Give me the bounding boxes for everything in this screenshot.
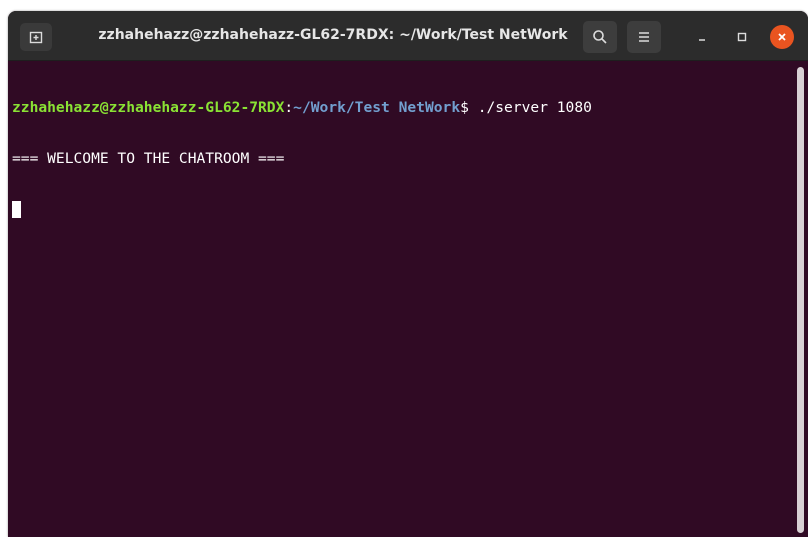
cursor-line bbox=[12, 201, 794, 218]
close-button[interactable] bbox=[770, 25, 794, 49]
command-text: ./server 1080 bbox=[477, 99, 592, 116]
prompt-symbol: $ bbox=[460, 99, 478, 116]
prompt-colon: : bbox=[284, 99, 294, 116]
scrollbar[interactable] bbox=[797, 67, 804, 533]
text-cursor bbox=[12, 201, 21, 218]
minimize-icon bbox=[699, 39, 705, 41]
terminal-window: zzhahehazz@zzhahehazz-GL62-7RDX: ~/Work/… bbox=[8, 11, 808, 537]
search-icon bbox=[593, 30, 607, 44]
close-icon bbox=[778, 33, 786, 41]
maximize-icon bbox=[737, 32, 747, 42]
prompt-line: zzhahehazz@zzhahehazz-GL62-7RDX:~/Work/T… bbox=[12, 99, 794, 116]
prompt-user-host: zzhahehazz@zzhahehazz-GL62-7RDX bbox=[12, 99, 285, 116]
window-title: zzhahehazz@zzhahehazz-GL62-7RDX: ~/Work/… bbox=[98, 27, 568, 43]
search-button[interactable] bbox=[583, 21, 617, 53]
new-tab-button[interactable] bbox=[20, 23, 52, 51]
title-bar[interactable]: zzhahehazz@zzhahehazz-GL62-7RDX: ~/Work/… bbox=[8, 11, 808, 61]
new-tab-icon bbox=[29, 31, 43, 44]
minimize-button[interactable] bbox=[690, 25, 714, 49]
menu-button[interactable] bbox=[627, 21, 661, 53]
maximize-button[interactable] bbox=[730, 25, 754, 49]
prompt-path: ~/Work/Test NetWork bbox=[293, 99, 461, 116]
output-line: === WELCOME TO THE CHATROOM === bbox=[12, 150, 285, 167]
terminal-output[interactable]: zzhahehazz@zzhahehazz-GL62-7RDX:~/Work/T… bbox=[8, 61, 794, 537]
hamburger-menu-icon bbox=[639, 32, 649, 42]
